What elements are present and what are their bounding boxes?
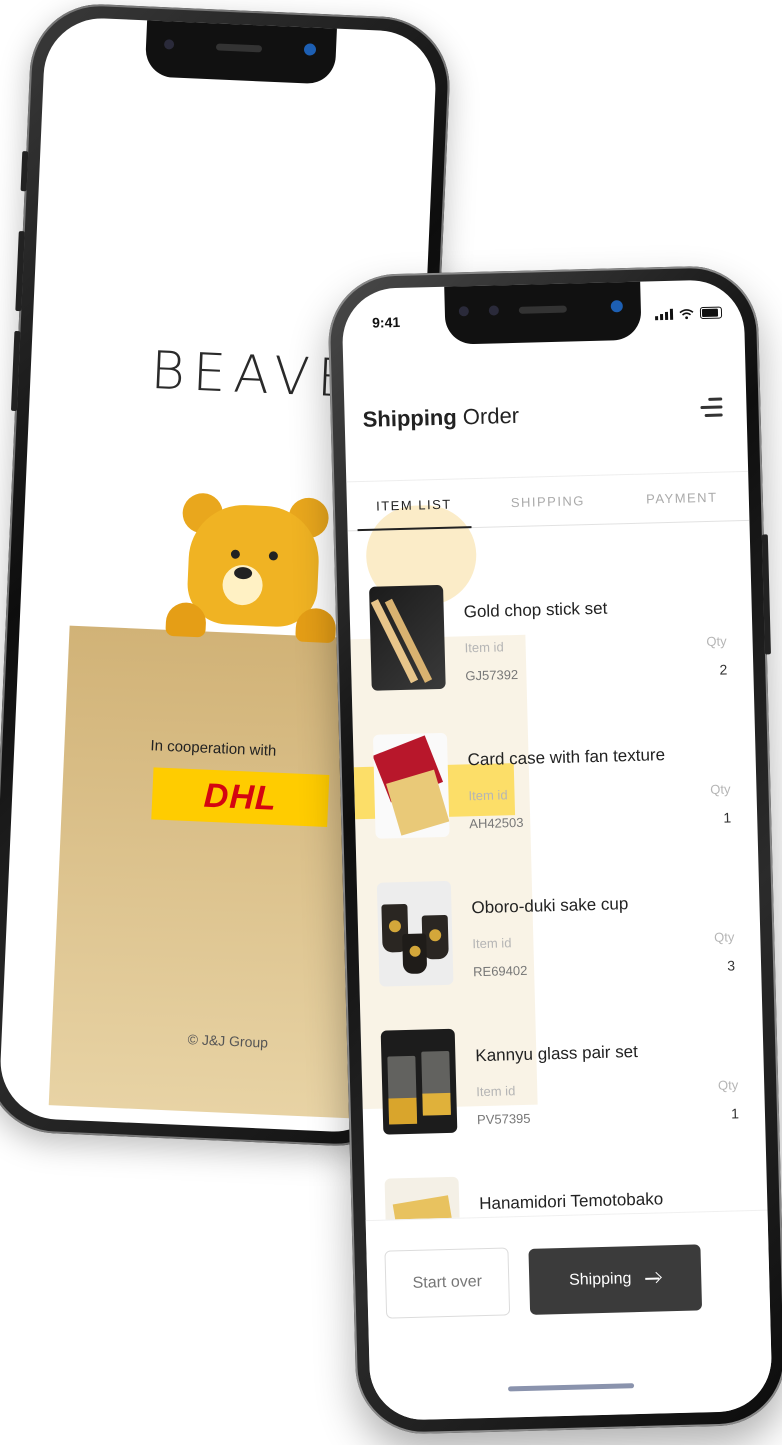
item-id-value: PV57395: [476, 1110, 531, 1128]
battery-icon: [699, 306, 723, 320]
page-title: Shipping Order: [362, 402, 520, 432]
order-screen: 9:41 Shipping Order ITEM LIST SHIPPING P…: [341, 278, 773, 1422]
item-name: Hanamidori Temotobako: [478, 1189, 664, 1214]
signal-icon: [655, 308, 674, 320]
wifi-icon: [679, 308, 694, 319]
item-id-value: RE69402: [472, 962, 528, 980]
notch: [144, 20, 337, 85]
tab-item-list[interactable]: ITEM LIST: [346, 479, 481, 530]
item-id-value: GJ57392: [465, 666, 519, 684]
qty-value: 1: [730, 1105, 740, 1122]
front-phone: 9:41 Shipping Order ITEM LIST SHIPPING P…: [326, 264, 782, 1436]
qty-label: Qty: [713, 929, 735, 945]
item-id-value: AH42503: [469, 814, 524, 832]
list-item[interactable]: Oboro-duki sake cup Item id RE69402 Qty …: [356, 833, 762, 991]
card-case-product-image: [372, 732, 450, 839]
item-list: Gold chop stick set Item id GJ57392 Qty …: [348, 537, 769, 1287]
item-name: Oboro-duki sake cup: [471, 894, 629, 918]
item-name: Card case with fan texture: [467, 745, 666, 770]
status-icons: [655, 306, 723, 320]
item-name: Kannyu glass pair set: [475, 1041, 639, 1066]
notch: [444, 281, 642, 345]
beaver-mascot-icon: [165, 492, 341, 649]
item-id-label: Item id: [468, 787, 508, 804]
qty-value: 3: [727, 957, 736, 974]
qty-label: Qty: [717, 1077, 739, 1093]
tab-shipping[interactable]: SHIPPING: [480, 475, 615, 526]
qty-label: Qty: [710, 781, 731, 797]
chopstick-product-image: [369, 584, 446, 691]
status-time: 9:41: [371, 313, 401, 331]
bottom-action-bar: Start over Shipping: [365, 1209, 773, 1422]
tab-bar: ITEM LIST SHIPPING PAYMENT: [346, 470, 750, 532]
hamburger-menu-icon[interactable]: [700, 397, 723, 419]
list-item[interactable]: Card case with fan texture Item id AH425…: [352, 685, 758, 843]
home-indicator: [508, 1383, 635, 1392]
item-id-label: Item id: [472, 935, 512, 952]
start-over-button[interactable]: Start over: [384, 1247, 511, 1319]
item-id-label: Item id: [476, 1083, 516, 1100]
item-id-label: Item id: [464, 639, 504, 656]
shipping-button-label: Shipping: [568, 1270, 632, 1289]
qty-value: 1: [723, 809, 732, 826]
qty-value: 2: [719, 661, 728, 678]
tab-payment[interactable]: PAYMENT: [614, 472, 749, 523]
glass-pair-product-image: [380, 1028, 458, 1135]
arrow-right-icon: [645, 1272, 661, 1284]
shipping-button[interactable]: Shipping: [528, 1244, 703, 1315]
item-name: Gold chop stick set: [463, 598, 608, 622]
list-item[interactable]: Gold chop stick set Item id GJ57392 Qty …: [348, 537, 754, 695]
list-item[interactable]: Kannyu glass pair set Item id PV57395 Qt…: [360, 981, 766, 1139]
sake-cup-product-image: [376, 880, 454, 987]
qty-label: Qty: [706, 633, 727, 650]
dhl-logo: DHL: [151, 767, 330, 827]
